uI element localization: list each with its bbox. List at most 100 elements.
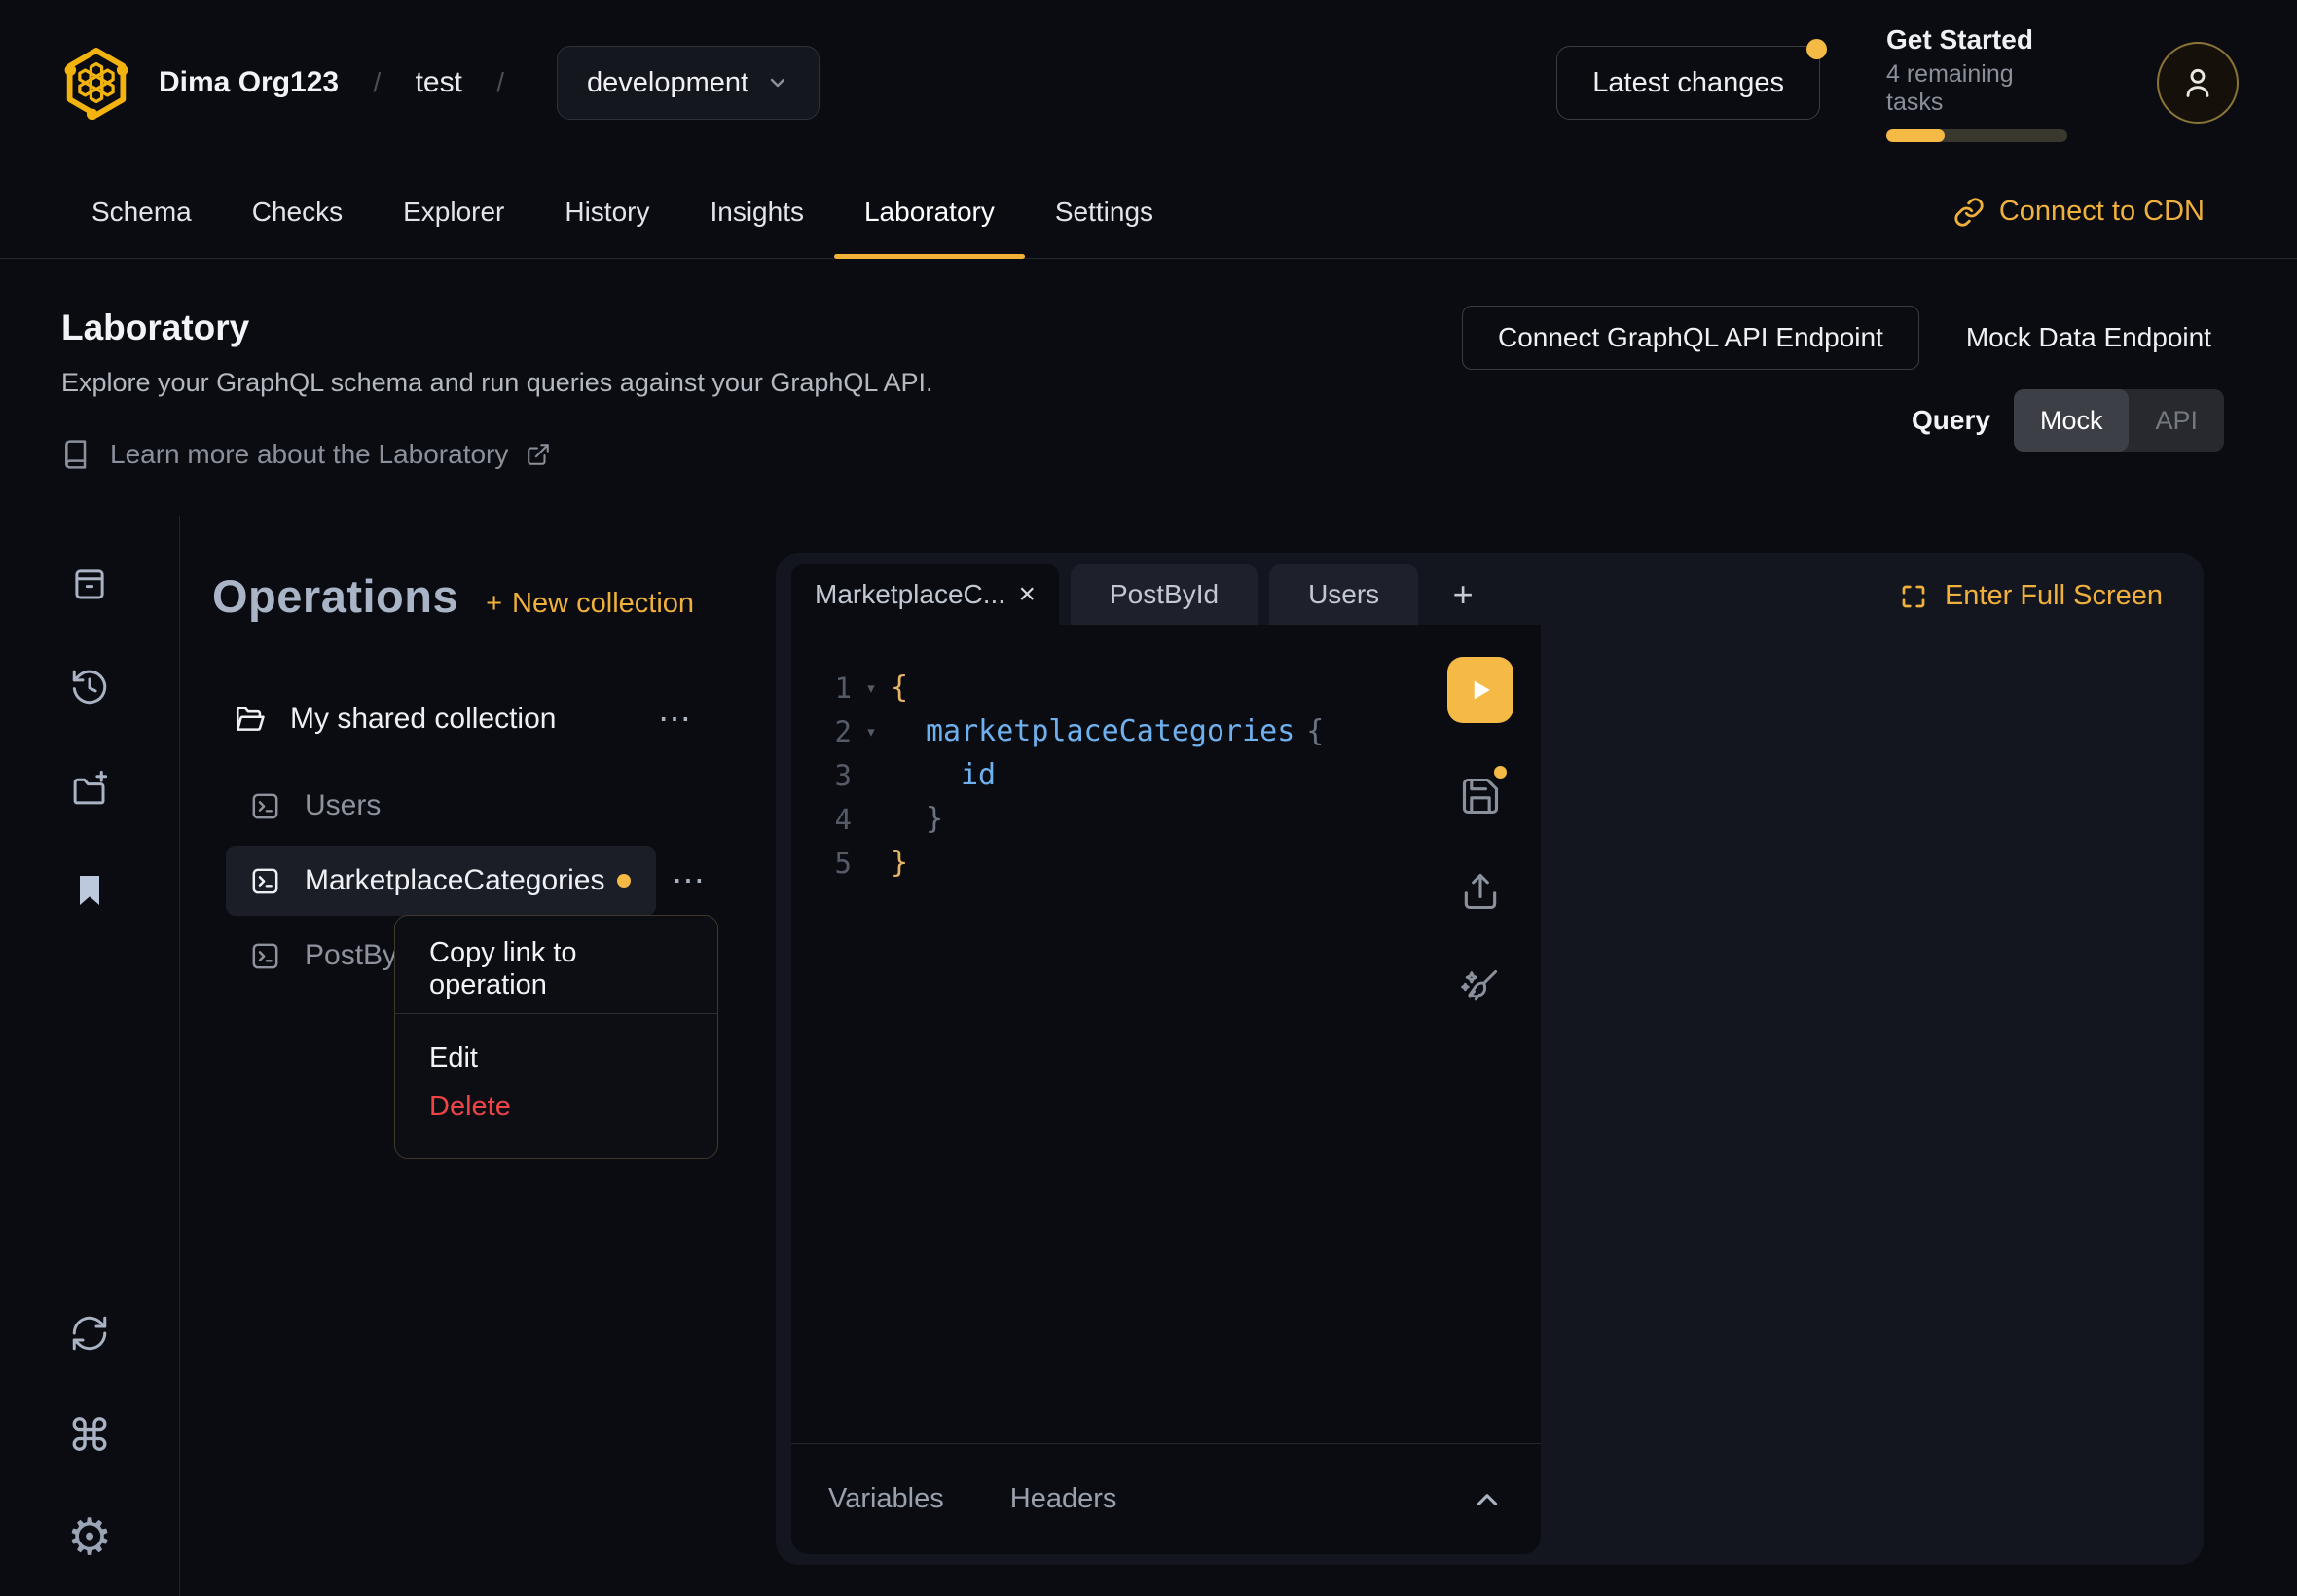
editor-tab-users[interactable]: Users: [1269, 564, 1418, 625]
gear-icon: ⚙: [67, 1512, 113, 1563]
code-token: }: [891, 846, 908, 880]
operation-label: Users: [305, 789, 381, 822]
tab-label: Settings: [1055, 197, 1153, 228]
fullscreen-icon: [1899, 582, 1928, 611]
new-collection-link[interactable]: + New collection: [486, 588, 694, 620]
tab-settings[interactable]: Settings: [1025, 165, 1184, 258]
latest-changes-button[interactable]: Latest changes: [1556, 46, 1820, 120]
breadcrumb-project[interactable]: test: [416, 66, 462, 98]
fold-icon[interactable]: ▾: [852, 721, 891, 743]
line-number: 1: [791, 671, 852, 705]
bookmarks-button[interactable]: [68, 869, 111, 912]
share-operation-button[interactable]: [1458, 869, 1503, 914]
more-icon: ⋯: [672, 862, 709, 899]
query-label: Query: [1912, 405, 1990, 436]
tab-insights[interactable]: Insights: [679, 165, 834, 258]
menu-item-edit[interactable]: Edit: [395, 1034, 717, 1082]
learn-more-link[interactable]: Learn more about the Laboratory: [61, 439, 551, 470]
collection-more-button[interactable]: ⋯: [658, 700, 695, 739]
chevron-up-icon: [1471, 1483, 1504, 1516]
code-line: 4 }: [791, 797, 1541, 841]
latest-changes-label: Latest changes: [1592, 67, 1784, 99]
operations-title: Operations: [212, 569, 458, 623]
endpoint-actions: Connect GraphQL API Endpoint Mock Data E…: [1462, 306, 2211, 370]
menu-item-copy-link[interactable]: Copy link to operation: [395, 945, 717, 994]
menu-divider: [395, 1013, 717, 1014]
connect-endpoint-button[interactable]: Connect GraphQL API Endpoint: [1462, 306, 1919, 370]
operation-item-users[interactable]: Users: [226, 771, 656, 841]
breadcrumb-org[interactable]: Dima Org123: [159, 66, 339, 98]
refresh-icon: [69, 1313, 110, 1354]
laboratory-header: Laboratory Explore your GraphQL schema a…: [0, 259, 2297, 516]
docs-archive-button[interactable]: [68, 562, 111, 605]
external-link-icon: [526, 442, 551, 467]
close-icon[interactable]: ×: [1018, 578, 1036, 611]
get-started-progressbar: [1886, 129, 2067, 142]
variables-tab[interactable]: Variables: [828, 1483, 944, 1515]
refetch-schema-button[interactable]: [68, 1312, 111, 1355]
query-editor[interactable]: 1 ▾ { 2 ▾ marketplaceCategories { 3 id 4: [791, 625, 1541, 1554]
get-started-subtitle: 4 remaining tasks: [1886, 60, 2067, 117]
run-query-button[interactable]: [1447, 657, 1513, 723]
operation-context-menu: Copy link to operation Edit Delete: [394, 915, 718, 1159]
tab-schema[interactable]: Schema: [61, 165, 222, 258]
line-number: 5: [791, 847, 852, 880]
editor-tab-label: MarketplaceC...: [815, 579, 1005, 610]
query-mode-row: Query Mock API: [1912, 389, 2224, 452]
query-mode-api[interactable]: API: [2129, 389, 2224, 452]
save-icon: [1459, 775, 1502, 817]
new-collection-button[interactable]: [68, 767, 111, 810]
target-selector-value: development: [587, 67, 748, 99]
link-icon: [1953, 197, 1985, 228]
save-operation-button[interactable]: [1458, 774, 1503, 818]
menu-item-delete[interactable]: Delete: [395, 1082, 717, 1131]
operations-header: Operations + New collection: [212, 569, 738, 623]
tab-checks[interactable]: Checks: [222, 165, 373, 258]
prettify-button[interactable]: [1458, 964, 1503, 1009]
settings-button[interactable]: ⚙: [68, 1516, 111, 1559]
new-tab-button[interactable]: +: [1436, 564, 1490, 625]
get-started-widget[interactable]: Get Started 4 remaining tasks: [1886, 24, 2067, 142]
target-selector[interactable]: development: [557, 46, 820, 120]
tab-explorer[interactable]: Explorer: [373, 165, 534, 258]
editor-tab-marketplacecategories[interactable]: MarketplaceC... ×: [791, 564, 1059, 625]
get-started-title: Get Started: [1886, 24, 2067, 55]
code-token: }: [926, 802, 943, 836]
connect-to-cdn-label: Connect to CDN: [1999, 196, 2205, 228]
mock-endpoint-button[interactable]: Mock Data Endpoint: [1966, 322, 2211, 353]
operation-item-marketplacecategories[interactable]: MarketplaceCategories ⋯: [226, 846, 656, 916]
laboratory-workspace: ⌘ ⚙ Operations + New collection My s: [0, 516, 2297, 1596]
collapse-panel-button[interactable]: [1471, 1483, 1504, 1516]
editor-tab-label: Users: [1308, 579, 1379, 610]
tab-label: Explorer: [403, 197, 504, 228]
collection-folder[interactable]: My shared collection ⋯: [212, 691, 738, 747]
fold-icon[interactable]: ▾: [852, 677, 891, 699]
top-bar: Dima Org123 / test / development Latest …: [0, 0, 2297, 165]
code-token: id: [961, 758, 996, 792]
top-bar-right: Latest changes Get Started 4 remaining t…: [1556, 24, 2239, 142]
history-icon: [69, 666, 110, 707]
user-avatar[interactable]: [2157, 42, 2239, 124]
play-icon: [1466, 675, 1495, 705]
tab-laboratory[interactable]: Laboratory: [834, 165, 1025, 258]
tab-history[interactable]: History: [534, 165, 679, 258]
user-icon: [2178, 63, 2217, 102]
plus-icon: +: [486, 588, 502, 620]
history-button[interactable]: [68, 665, 111, 707]
enter-fullscreen-button[interactable]: Enter Full Screen: [1899, 580, 2163, 612]
shortcuts-button[interactable]: ⌘: [68, 1414, 111, 1457]
code-token: {: [891, 671, 908, 705]
operation-more-button[interactable]: ⋯: [672, 861, 709, 900]
query-mode-mock[interactable]: Mock: [2014, 389, 2130, 452]
operation-icon: [249, 940, 281, 972]
code-area[interactable]: 1 ▾ { 2 ▾ marketplaceCategories { 3 id 4: [791, 625, 1541, 1443]
editor-tab-postbyid[interactable]: PostById: [1071, 564, 1258, 625]
new-collection-label: New collection: [512, 588, 694, 620]
connect-to-cdn-link[interactable]: Connect to CDN: [1953, 165, 2205, 258]
code-line: 2 ▾ marketplaceCategories {: [791, 709, 1541, 753]
command-icon: ⌘: [67, 1413, 112, 1458]
editor-actions: [1447, 657, 1513, 1009]
editor-bottom-bar: Variables Headers: [791, 1443, 1541, 1554]
headers-tab[interactable]: Headers: [1010, 1483, 1117, 1515]
editor-tabs: MarketplaceC... × PostById Users +: [791, 564, 1490, 625]
